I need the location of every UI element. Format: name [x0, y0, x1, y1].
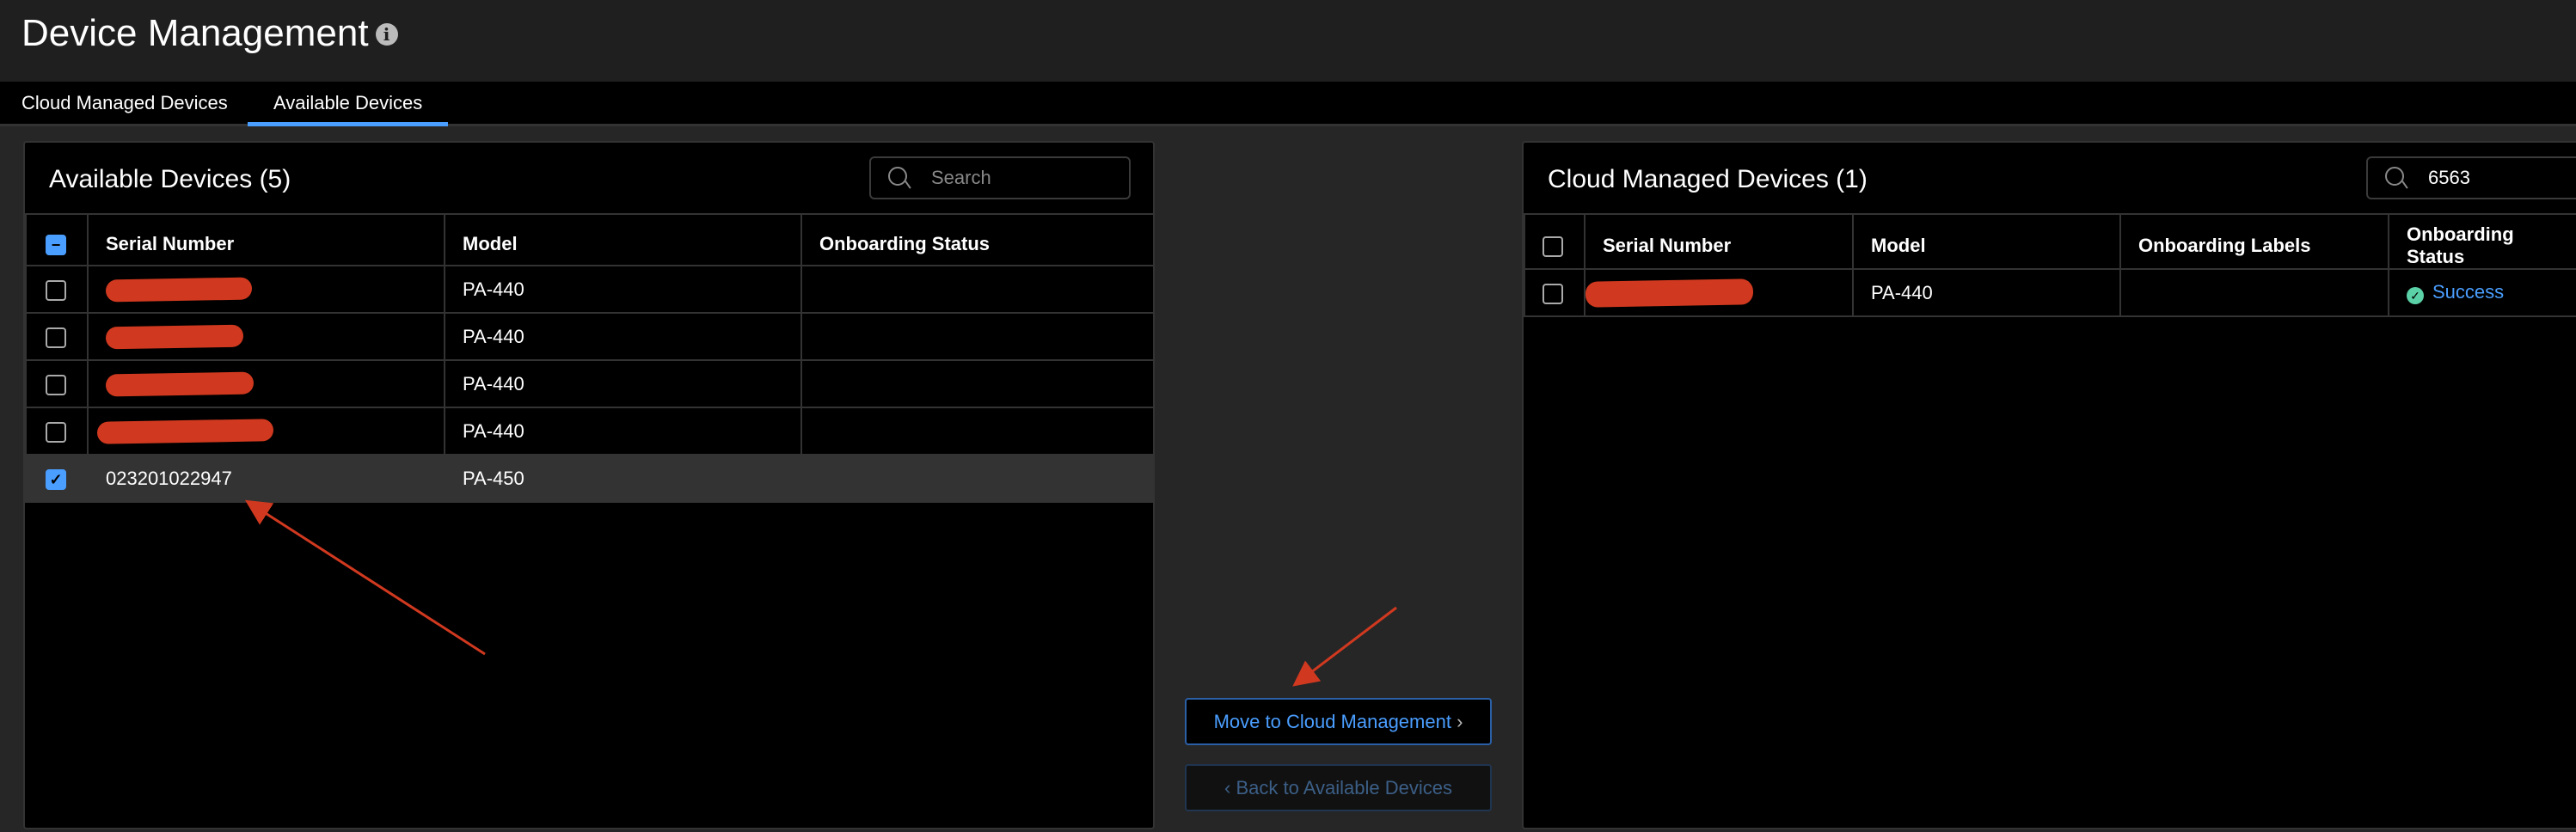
- search-icon: [2385, 167, 2404, 186]
- row-checkbox[interactable]: [46, 421, 66, 443]
- redaction-mark: [105, 371, 255, 397]
- search-icon: [888, 167, 907, 186]
- panel-title: Available Devices (5): [49, 165, 291, 193]
- table-row[interactable]: PA-440: [25, 359, 1155, 408]
- column-header[interactable]: Serial Number: [87, 213, 445, 266]
- column-header[interactable]: Onboarding Labels: [2119, 213, 2389, 270]
- column-header[interactable]: Onboarding Status: [800, 213, 1155, 266]
- available-devices-table: − Serial Number Model Onboarding Status …: [25, 213, 1155, 503]
- serial-number: 023201022947: [87, 454, 445, 503]
- row-checkbox[interactable]: [46, 327, 66, 348]
- cloud-devices-table: Serial Number Model Onboarding Labels On…: [1524, 213, 2576, 317]
- row-checkbox-checked[interactable]: ✓: [46, 468, 66, 490]
- table-header: Serial Number Model Onboarding Labels On…: [1524, 213, 2576, 270]
- redaction-mark: [96, 419, 274, 444]
- success-check-icon: ✓: [2407, 287, 2424, 304]
- select-all-checkbox[interactable]: [1543, 236, 1563, 258]
- column-header[interactable]: Model: [444, 213, 802, 266]
- search-input[interactable]: [931, 167, 1103, 189]
- column-header[interactable]: Onboarding Status: [2388, 213, 2576, 270]
- table-header: − Serial Number Model Onboarding Status: [25, 213, 1155, 266]
- column-header[interactable]: Serial Number: [1584, 213, 1854, 270]
- info-icon[interactable]: i: [375, 23, 398, 46]
- chevron-right-icon: ›: [1457, 711, 1463, 732]
- redaction-mark: [1585, 278, 1754, 308]
- page-header: Device Management i: [0, 0, 2576, 82]
- redaction-mark: [105, 277, 253, 303]
- search-box[interactable]: [2366, 156, 2576, 199]
- search-box[interactable]: [869, 156, 1131, 199]
- table-row-selected[interactable]: ✓ 023201022947 PA-450: [25, 454, 1155, 503]
- tab-cloud-managed-devices[interactable]: Cloud Managed Devices: [21, 92, 228, 114]
- tab-bar: Cloud Managed Devices Available Devices: [0, 82, 2576, 126]
- select-all-checkbox[interactable]: −: [46, 235, 66, 256]
- row-checkbox[interactable]: [46, 374, 66, 395]
- column-header[interactable]: Model: [1852, 213, 2121, 270]
- cloud-managed-devices-panel: Cloud Managed Devices (1) Serial Number …: [1522, 141, 2576, 829]
- table-row[interactable]: PA-440 ✓ Success: [1524, 268, 2576, 317]
- table-row[interactable]: PA-440: [25, 407, 1155, 456]
- annotation-arrow: [1292, 606, 1397, 687]
- row-checkbox[interactable]: [46, 279, 66, 301]
- move-to-cloud-management-button[interactable]: Move to Cloud Management ›: [1185, 698, 1492, 745]
- chevron-left-icon: ‹: [1224, 777, 1231, 798]
- row-checkbox[interactable]: [1543, 283, 1563, 304]
- available-devices-panel: Available Devices (5) − Serial Number Mo…: [23, 141, 1155, 829]
- back-to-available-devices-button[interactable]: ‹ Back to Available Devices: [1185, 764, 1492, 811]
- table-row[interactable]: PA-440: [25, 265, 1155, 314]
- tab-available-devices[interactable]: Available Devices: [247, 92, 449, 126]
- redaction-mark: [105, 324, 244, 350]
- page-title: Device Management i: [21, 12, 398, 55]
- status-success[interactable]: Success: [2432, 281, 2504, 303]
- search-input[interactable]: [2428, 167, 2576, 189]
- panel-title: Cloud Managed Devices (1): [1548, 165, 1868, 193]
- table-row[interactable]: PA-440: [25, 312, 1155, 361]
